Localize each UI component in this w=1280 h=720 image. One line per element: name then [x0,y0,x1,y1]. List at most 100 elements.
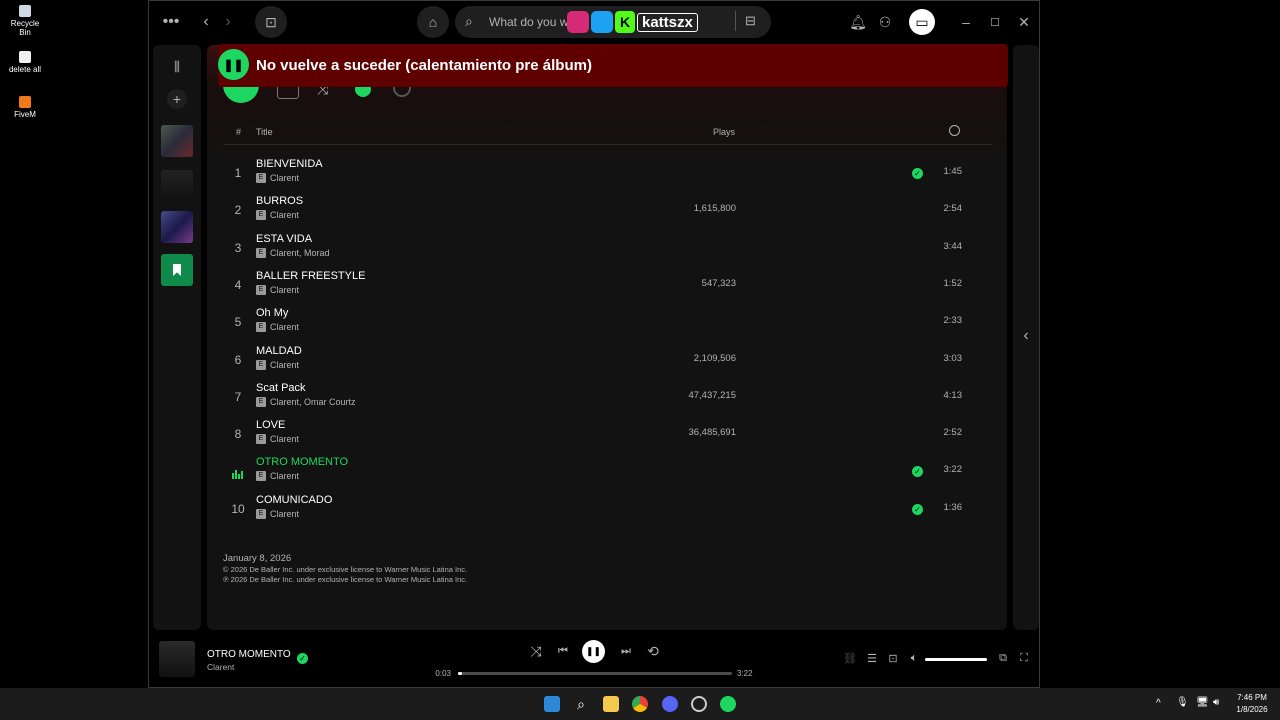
now-playing-title[interactable]: OTRO MOMENTO [207,649,291,660]
desktop-icon-recycle-bin[interactable]: Recycle Bin [4,5,46,37]
track-plays: 547,323 [701,277,736,289]
track-artist-names[interactable]: Clarent [270,285,299,295]
track-row[interactable]: OTRO MOMENTO E Clarent ✓ 3:22 [223,453,993,490]
friends-icon[interactable]: ⚇ [876,13,894,31]
pause-icon[interactable]: ❚❚ [218,49,249,80]
expand-panel-icon[interactable]: ‹ [1017,327,1035,345]
fivem-icon [19,96,31,108]
track-title[interactable]: Oh My [256,307,288,319]
library-item-liked-songs[interactable] [161,254,193,286]
track-artist-names[interactable]: Clarent [270,360,299,370]
library-icon[interactable]: ⫼ [167,59,187,75]
phonographic-copyright: ℗ 2026 De Baller Inc. under exclusive li… [223,575,468,584]
track-artist-names[interactable]: Clarent [270,471,299,481]
track-artist-names[interactable]: Clarent [270,434,299,444]
bookmark-icon [173,264,181,276]
track-artists: E Clarent [256,322,299,333]
close-icon[interactable]: ✕ [1015,13,1033,31]
track-title[interactable]: BURROS [256,195,303,207]
volume-icon[interactable]: 🔈︎ [907,651,921,665]
search-icon[interactable]: ⌕ [573,696,589,712]
network-icon[interactable]: 🖥︎ [1196,697,1209,708]
library-item-cover[interactable] [161,125,193,157]
home-icon[interactable]: ⌂ [417,6,449,38]
library-item-cover[interactable] [161,170,193,202]
now-playing-artist[interactable]: Clarent [207,662,234,672]
mic-icon[interactable]: 🎙︎ [1176,697,1189,708]
search-input[interactable]: ⌕ What do you wa K kattszx ⊟ [455,6,771,38]
shuffle-icon[interactable]: ⤨ [528,643,544,659]
fullscreen-icon[interactable]: ⛶ [1017,651,1031,665]
track-row[interactable]: 7 Scat Pack E Clarent, Omar Courtz 47,437,21… [223,379,993,416]
speaker-icon[interactable]: 🔊︎ [1213,697,1219,708]
tray-chevron-icon[interactable]: ^ [1156,698,1161,709]
prev-icon[interactable]: ⏮︎ [555,643,571,659]
next-icon[interactable]: ⏭︎ [618,643,634,659]
desktop-icon-fivem[interactable]: FiveM [4,96,46,119]
track-row[interactable]: 8 LOVE E Clarent 36,485,691 2:52 [223,416,993,453]
track-title[interactable]: COMUNICADO [256,494,332,506]
plus-icon[interactable]: + [167,89,187,109]
track-title[interactable]: BALLER FREESTYLE [256,270,365,282]
cart-icon[interactable]: ⊡ [255,6,287,38]
track-row[interactable]: 10 COMUNICADO E Clarent ✓ 1:36 [223,491,993,528]
track-title[interactable]: ESTA VIDA [256,233,312,245]
mini-player-icon[interactable]: ⧉ [996,651,1010,665]
track-artist-names[interactable]: Clarent [270,210,299,220]
recycle-bin-icon [19,5,31,17]
track-title[interactable]: OTRO MOMENTO [256,456,348,468]
repeat-icon[interactable]: ⟲ [645,643,661,659]
track-artist-names[interactable]: Clarent [270,173,299,183]
track-artist-names[interactable]: Clarent [270,509,299,519]
volume-slider[interactable] [925,658,987,661]
volume-fill [925,658,987,661]
track-row[interactable]: 6 MALDAD E Clarent 2,109,506 3:03 [223,342,993,379]
back-icon[interactable]: ‹ [197,13,215,31]
track-artist-names[interactable]: Clarent [270,322,299,332]
library-item-cover[interactable] [161,211,193,243]
discord-icon[interactable] [662,696,678,712]
link-icon[interactable]: ⛓︎ [843,651,857,665]
track-row[interactable]: 4 BALLER FREESTYLE E Clarent 547,323 1:52 [223,267,993,304]
track-artist-names[interactable]: Clarent, Omar Courtz [270,397,356,407]
track-title[interactable]: BIENVENIDA [256,158,323,170]
track-row[interactable]: 5 Oh My E Clarent 2:33 [223,304,993,341]
track-row[interactable]: 3 ESTA VIDA E Clarent, Morad 3:44 [223,230,993,267]
pause-icon[interactable]: ❚❚ [582,640,605,663]
progress-bar[interactable] [458,672,732,675]
explicit-badge: E [256,359,266,370]
menu-dots-icon[interactable]: ••• [161,13,181,31]
connect-icon[interactable]: ▭ [909,9,935,35]
track-duration: 1:45 [943,166,963,177]
track-artist-names[interactable]: Clarent, Morad [270,248,330,258]
file-explorer-icon[interactable] [603,696,619,712]
queue-icon[interactable]: ☰ [865,651,879,665]
maximize-icon[interactable]: ☐ [986,13,1004,31]
devices-icon[interactable]: ⊡ [886,651,900,665]
divider [735,11,736,31]
track-row[interactable]: 2 BURROS E Clarent 1,615,800 2:54 [223,192,993,229]
equalizer-icon [223,465,253,480]
spotify-icon[interactable] [720,696,736,712]
check-icon[interactable]: ✓ [297,653,308,664]
steam-icon[interactable] [691,696,707,712]
start-icon[interactable] [544,696,560,712]
chrome-icon[interactable] [632,696,648,712]
check-icon[interactable]: ✓ [912,466,923,478]
check-icon[interactable]: ✓ [912,503,923,515]
track-title[interactable]: LOVE [256,419,285,431]
desktop-icon-label: FiveM [14,110,36,119]
track-title[interactable]: MALDAD [256,345,302,357]
desktop-icon-delete-all[interactable]: delete all [4,51,46,74]
track-row[interactable]: 1 BIENVENIDA E Clarent ✓ 1:45 [223,155,993,192]
check-icon[interactable]: ✓ [912,168,923,179]
track-title[interactable]: Scat Pack [256,382,306,394]
now-playing-cover[interactable] [159,641,195,677]
clock-date[interactable]: 1/8/2026 [1228,705,1276,714]
bell-icon[interactable]: 🔔︎ [849,13,867,31]
track-artists: E Clarent [256,434,299,445]
browse-icon[interactable]: ⊟ [745,13,756,29]
clock-time[interactable]: 7:46 PM [1228,693,1276,702]
forward-icon[interactable]: › [219,13,237,31]
minimize-icon[interactable]: – [957,13,975,31]
